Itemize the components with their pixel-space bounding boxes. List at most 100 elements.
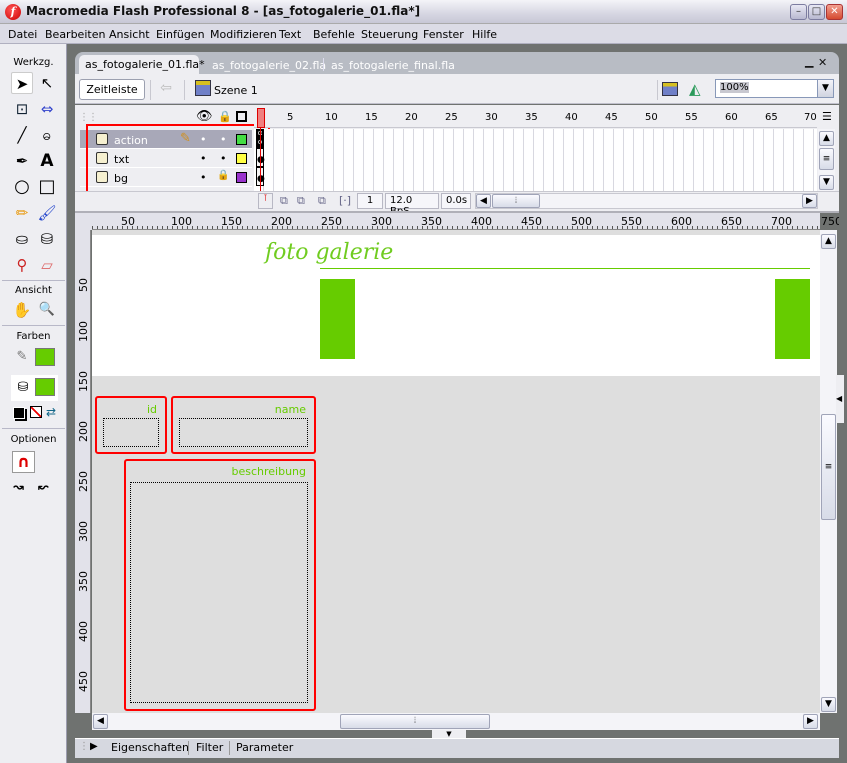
menu-hilfe[interactable]: Hilfe (472, 27, 497, 42)
eye-icon[interactable]: 👁 (196, 109, 213, 124)
no-color-icon[interactable] (30, 406, 42, 418)
stroke-color-swatch[interactable] (35, 348, 55, 366)
lock-icon[interactable]: 🔒 (218, 110, 232, 123)
green-block-right[interactable] (775, 279, 810, 359)
pen-tool-icon[interactable]: ✒ (11, 150, 33, 172)
modify-onion-markers-icon[interactable]: [·] (339, 194, 351, 207)
timeline-scroll-down-button[interactable]: ▼ (819, 175, 834, 190)
frame-number: 65 (765, 112, 778, 123)
tab-eigenschaften[interactable]: Eigenschaften (111, 741, 189, 754)
tab-as-fotogalerie-final[interactable]: as_fotogalerie_final.fla (331, 59, 455, 72)
ruler-label: 250 (321, 215, 342, 228)
text-tool-icon[interactable]: A (36, 150, 58, 172)
menu-befehle[interactable]: Befehle (313, 27, 355, 42)
beschreibung-text-area[interactable] (130, 482, 308, 703)
timeline-toggle-button[interactable]: Zeitleiste (79, 79, 145, 100)
doc-close-button[interactable]: ✕ (818, 56, 827, 69)
menu-steuerung[interactable]: Steuerung (361, 27, 418, 42)
outline-icon[interactable] (236, 111, 247, 122)
stage-scroll-right-button[interactable]: ▶ (803, 714, 818, 729)
fill-transform-tool-icon[interactable]: ⇔ (36, 98, 58, 120)
straighten-icon[interactable]: ↜ (38, 480, 49, 495)
line-tool-icon[interactable]: ╱ (11, 124, 33, 146)
free-transform-tool-icon[interactable]: ⊡ (11, 98, 33, 120)
swap-colors-icon[interactable]: ⇄ (46, 405, 56, 419)
rectangle-tool-icon[interactable]: □ (36, 176, 58, 198)
tab-as-fotogalerie-02[interactable]: as_fotogalerie_02.fla (212, 59, 326, 72)
stage-title-text[interactable]: foto galerie (265, 240, 393, 265)
menu-ansicht[interactable]: Ansicht (109, 27, 150, 42)
edit-scene-icon[interactable] (662, 82, 678, 96)
hand-tool-icon[interactable]: ✋ (11, 299, 33, 321)
collapse-panel-arrow-icon[interactable]: ◀ (836, 375, 844, 423)
minimize-button[interactable]: – (790, 4, 807, 20)
beschreibung-label: beschreibung (231, 465, 306, 478)
playhead-line (260, 128, 261, 198)
snap-magnet-icon[interactable]: ∩ (12, 451, 35, 473)
tab-filter[interactable]: Filter (196, 741, 223, 754)
ink-bottle-tool-icon[interactable]: ⛀ (11, 228, 33, 250)
lasso-tool-icon[interactable]: ဓ (36, 124, 58, 146)
smooth-icon[interactable]: ↝ (13, 480, 24, 495)
timeline-scroll-up-button[interactable]: ▲ (819, 131, 834, 146)
doc-minimize-button[interactable]: ▁ (805, 55, 813, 68)
collapse-properties-arrow-icon[interactable]: ▼ (432, 730, 466, 738)
expand-arrow-icon[interactable]: ▶ (90, 741, 98, 752)
name-text-field[interactable] (179, 418, 308, 447)
default-colors-icon[interactable] (13, 407, 25, 419)
pencil-tool-icon[interactable]: ✏ (11, 202, 33, 224)
tab-as-fotogalerie-01[interactable]: as_fotogalerie_01.fla* (79, 55, 205, 75)
menu-text[interactable]: Text (279, 27, 301, 42)
panel-grip[interactable]: ⋮ (79, 741, 89, 752)
tab-parameter[interactable]: Parameter (236, 741, 293, 754)
menu-fenster[interactable]: Fenster (423, 27, 464, 42)
eraser-tool-icon[interactable]: ▱ (36, 254, 58, 276)
ruler-label: 100 (171, 215, 192, 228)
stage-scroll-up-button[interactable]: ▲ (821, 234, 836, 249)
edit-multiple-frames-icon[interactable]: ⧉ (318, 194, 326, 208)
green-block-left[interactable] (320, 279, 355, 359)
tab-separator (188, 741, 189, 755)
zoom-level-input[interactable]: 100% (715, 79, 818, 98)
fill-color-bucket-icon: ⛁ (17, 380, 29, 395)
maximize-button[interactable]: □ (808, 4, 825, 20)
timeline-hscroll-thumb[interactable]: ⦙ (492, 194, 540, 208)
back-arrow-button[interactable]: ⇦ (155, 80, 177, 98)
zoom-tool-icon[interactable]: 🔍 (36, 299, 58, 321)
timeline-menu-icon[interactable]: ☰ (822, 110, 832, 123)
oval-tool-icon[interactable]: ○ (11, 176, 33, 198)
close-button[interactable]: ✕ (826, 4, 843, 20)
selection-tool-icon[interactable]: ➤ (11, 72, 33, 94)
ruler-label: 250 (77, 471, 90, 492)
menu-einfuegen[interactable]: Einfügen (156, 27, 205, 42)
stage-vscroll-thumb[interactable]: ≡ (821, 414, 836, 520)
frame-number: 70 (804, 112, 817, 123)
eyedropper-tool-icon[interactable]: ⚲ (11, 254, 33, 276)
paint-bucket-tool-icon[interactable]: ⛁ (36, 228, 58, 250)
subselection-tool-icon[interactable]: ↖ (36, 72, 58, 94)
flash-app-icon: f (5, 4, 21, 20)
id-text-field[interactable] (103, 418, 159, 447)
layer-highlight-box (86, 124, 270, 195)
frame-number: 40 (565, 112, 578, 123)
timeline-grip[interactable]: ⋮⋮ (79, 112, 98, 123)
center-frame-icon[interactable]: ⊺ (258, 193, 273, 209)
playhead[interactable] (257, 108, 265, 128)
timeline-scroll-right-button[interactable]: ▶ (802, 194, 817, 208)
frame-grid[interactable] (254, 129, 817, 191)
frame-number: 55 (685, 112, 698, 123)
stage-scroll-down-button[interactable]: ▼ (821, 697, 836, 712)
menu-datei[interactable]: Datei (8, 27, 37, 42)
menu-modifizieren[interactable]: Modifizieren (210, 27, 277, 42)
fill-color-swatch[interactable] (35, 378, 55, 396)
brush-tool-icon[interactable]: 🖌 (36, 202, 58, 224)
stage-hscroll-thumb[interactable]: ⦙ (340, 714, 490, 729)
zoom-dropdown-chevron-icon[interactable]: ▼ (817, 79, 834, 98)
onion-skin-icon[interactable]: ⧉ (280, 194, 288, 208)
menu-bearbeiten[interactable]: Bearbeiten (45, 27, 105, 42)
timeline-scroll-left-button[interactable]: ◀ (476, 194, 491, 208)
timeline-scroll-thumb[interactable]: ≡ (819, 148, 834, 170)
stage-scroll-left-button[interactable]: ◀ (93, 714, 108, 729)
edit-symbols-icon[interactable]: ◭ (689, 80, 701, 98)
onion-outline-icon[interactable]: ⧉ (297, 194, 305, 208)
